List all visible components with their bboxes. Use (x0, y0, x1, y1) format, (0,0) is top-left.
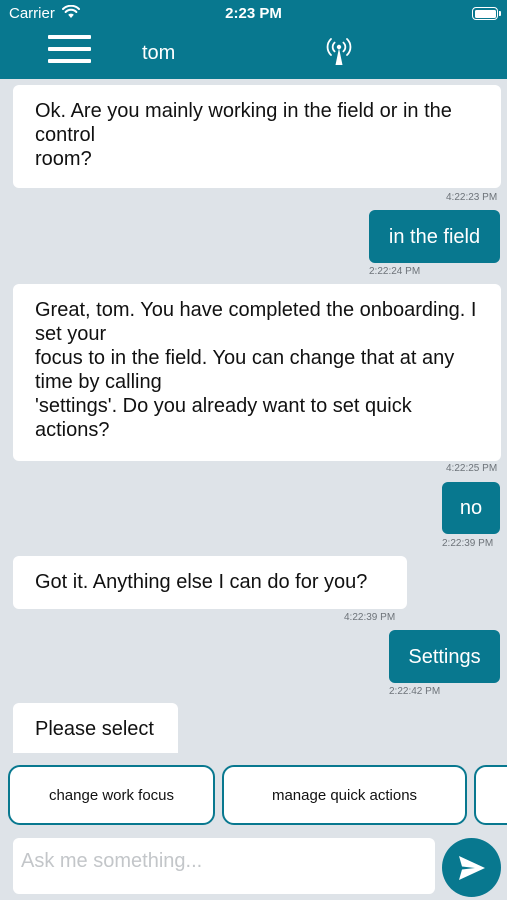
user-message: in the field (369, 210, 500, 263)
hamburger-menu-icon[interactable] (48, 35, 91, 67)
user-message: Settings (389, 630, 500, 683)
bot-message: Got it. Anything else I can do for you? (13, 556, 407, 609)
message-timestamp: 4:22:23 PM (446, 192, 498, 203)
message-timestamp: 4:22:25 PM (446, 463, 498, 474)
message-timestamp: 4:22:39 PM (344, 612, 396, 623)
header-bar: Carrier 2:23 PM tom (0, 0, 507, 79)
bot-message: Please select (13, 703, 178, 753)
quick-reply-change-work-focus[interactable]: change work focus (8, 765, 215, 825)
battery-icon (472, 7, 501, 20)
antenna-signal-icon[interactable] (326, 36, 352, 66)
message-timestamp: 2:22:39 PM (442, 538, 494, 549)
message-input[interactable]: Ask me something... (13, 838, 435, 894)
send-arrow-icon (458, 855, 485, 880)
message-timestamp: 2:22:42 PM (389, 686, 441, 697)
message-timestamp: 2:22:24 PM (369, 266, 421, 277)
bot-message: Ok. Are you mainly working in the field … (13, 85, 501, 188)
chat-title: tom (142, 42, 176, 64)
quick-reply-more[interactable] (474, 765, 507, 825)
bot-message: Great, tom. You have completed the onboa… (13, 284, 501, 461)
send-button[interactable] (442, 838, 501, 897)
status-bar: Carrier 2:23 PM (0, 0, 507, 28)
status-time: 2:23 PM (225, 5, 282, 22)
quick-reply-manage-quick-actions[interactable]: manage quick actions (222, 765, 467, 825)
user-message: no (442, 482, 500, 534)
